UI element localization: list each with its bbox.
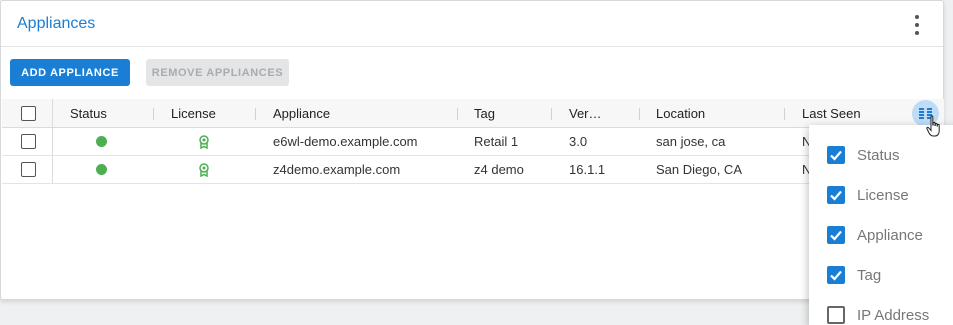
location-cell: san jose, ca (656, 134, 726, 149)
status-online-indicator (96, 164, 107, 175)
license-cell (198, 128, 210, 155)
column-option-status[interactable]: Status (827, 145, 900, 165)
checkbox-checked-icon[interactable] (827, 226, 845, 244)
header-appliance[interactable]: Appliance (273, 99, 330, 127)
version-cell: 3.0 (569, 134, 588, 149)
appliances-card: Appliances ADD APPLIANCE REMOVE APPLIANC… (0, 0, 944, 300)
more-options-kebab-icon[interactable] (912, 15, 922, 35)
license-icon (199, 134, 209, 149)
toolbar: ADD APPLIANCE REMOVE APPLIANCES (10, 59, 289, 86)
license-cell (198, 156, 210, 183)
header-version[interactable]: Ver… (569, 99, 602, 127)
header-separator (255, 108, 256, 120)
header-tag[interactable]: Tag (474, 99, 495, 127)
select-all-checkbox[interactable] (21, 105, 36, 121)
status-online-indicator (96, 136, 107, 147)
header-separator (551, 108, 552, 120)
column-divider (52, 156, 53, 183)
status-cell (96, 156, 107, 183)
column-option-label: Tag (857, 266, 882, 284)
add-appliance-button[interactable]: ADD APPLIANCE (10, 59, 130, 86)
appliance-cell[interactable]: z4demo.example.com (273, 156, 400, 183)
appliance-cell[interactable]: e6wl-demo.example.com (273, 128, 418, 155)
column-option-ip-address[interactable]: IP Address (827, 305, 929, 325)
column-option-label: Appliance (857, 226, 923, 244)
header-location[interactable]: Location (656, 99, 705, 127)
column-divider (52, 99, 53, 127)
column-divider (52, 128, 53, 155)
tag-cell: Retail 1 (474, 134, 519, 149)
header-last-seen[interactable]: Last Seen (802, 99, 861, 127)
column-option-tag[interactable]: Tag (827, 265, 881, 285)
header-license[interactable]: License (171, 99, 216, 127)
header-separator (153, 108, 154, 120)
header-separator (457, 108, 458, 120)
row-checkbox-cell (21, 156, 36, 183)
card-title: Appliances (17, 14, 96, 32)
column-option-label: License (857, 186, 909, 204)
version-cell: 16.1.1 (569, 162, 606, 177)
checkbox-checked-icon[interactable] (827, 146, 845, 164)
header-status[interactable]: Status (70, 99, 107, 127)
tag-cell: z4 demo (474, 162, 524, 177)
select-all-checkbox-cell (21, 99, 36, 127)
row-checkbox[interactable] (21, 162, 36, 177)
column-option-label: IP Address (857, 306, 930, 324)
row-checkbox-cell (21, 128, 36, 155)
header-separator (639, 108, 640, 120)
license-icon (199, 162, 209, 177)
card-header: Appliances (1, 1, 943, 47)
appliances-table: Status License Appliance Tag Ver… Locati… (2, 99, 944, 184)
location-cell: San Diego, CA (656, 162, 742, 177)
column-option-appliance[interactable]: Appliance (827, 225, 923, 245)
header-separator (784, 108, 785, 120)
column-chooser-menu: Status License Appliance Tag IP Address (809, 125, 953, 325)
checkbox-unchecked-icon[interactable] (827, 306, 845, 324)
row-checkbox[interactable] (21, 134, 36, 149)
table-row[interactable]: e6wl-demo.example.com Retail 1 3.0 san j… (2, 128, 944, 156)
checkbox-checked-icon[interactable] (827, 266, 845, 284)
status-cell (96, 128, 107, 155)
table-header: Status License Appliance Tag Ver… Locati… (2, 99, 944, 128)
remove-appliances-button: REMOVE APPLIANCES (146, 59, 289, 86)
column-option-license[interactable]: License (827, 185, 909, 205)
table-row[interactable]: z4demo.example.com z4 demo 16.1.1 San Di… (2, 156, 944, 184)
column-option-label: Status (857, 146, 900, 164)
checkbox-checked-icon[interactable] (827, 186, 845, 204)
hand-pointer-icon (926, 115, 940, 137)
